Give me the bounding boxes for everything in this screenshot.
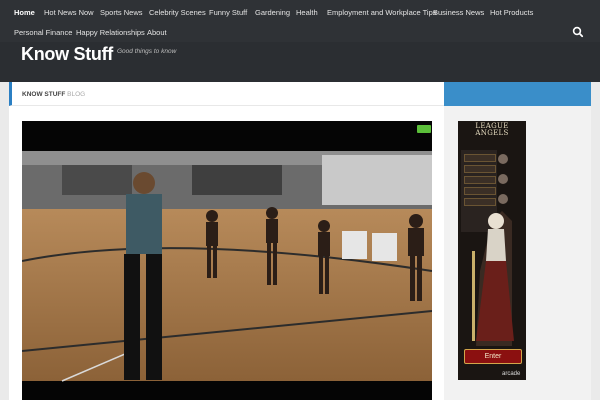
breadcrumb: KNOW STUFF BLOG: [9, 82, 444, 106]
ad-enter-button[interactable]: Enter: [464, 349, 522, 364]
nav-item-gardening[interactable]: Gardening: [255, 8, 290, 17]
ad-arcade-label: arcade: [502, 371, 521, 377]
breadcrumb-text: KNOW STUFF BLOG: [22, 91, 85, 98]
nav-item-sports-news[interactable]: Sports News: [100, 8, 143, 17]
advertisement-banner[interactable]: LEAGUE ANGELS Enter arcade: [458, 121, 526, 380]
nav-item-about[interactable]: About: [147, 28, 167, 37]
sidebar-header: [444, 82, 591, 106]
nav-item-hot-news-now[interactable]: Hot News Now: [44, 8, 94, 17]
top-navigation: Home Hot News Now Sports News Celebrity …: [0, 0, 600, 42]
nav-item-business-news[interactable]: Business News: [433, 8, 484, 17]
nav-item-home[interactable]: Home: [14, 8, 35, 17]
breadcrumb-home[interactable]: KNOW STUFF: [22, 91, 65, 98]
site-tagline: Good things to know: [117, 48, 177, 55]
video-frame: [22, 121, 432, 400]
search-icon: [572, 26, 584, 38]
nav-item-personal-finance[interactable]: Personal Finance: [14, 28, 72, 37]
video-badge: [417, 125, 431, 133]
breadcrumb-current: BLOG: [67, 91, 86, 98]
nav-item-health[interactable]: Health: [296, 8, 318, 17]
video-player[interactable]: [22, 121, 432, 400]
nav-item-celebrity-scenes[interactable]: Celebrity Scenes: [149, 8, 206, 17]
nav-item-happy-relationships[interactable]: Happy Relationships: [76, 28, 145, 37]
nav-item-funny-stuff[interactable]: Funny Stuff: [209, 8, 247, 17]
site-title[interactable]: Know Stuff: [21, 44, 113, 65]
search-button[interactable]: [568, 23, 588, 41]
nav-item-hot-products[interactable]: Hot Products: [490, 8, 533, 17]
nav-item-employment[interactable]: Employment and Workplace Tips: [327, 8, 437, 17]
ad-artwork: [472, 154, 514, 346]
